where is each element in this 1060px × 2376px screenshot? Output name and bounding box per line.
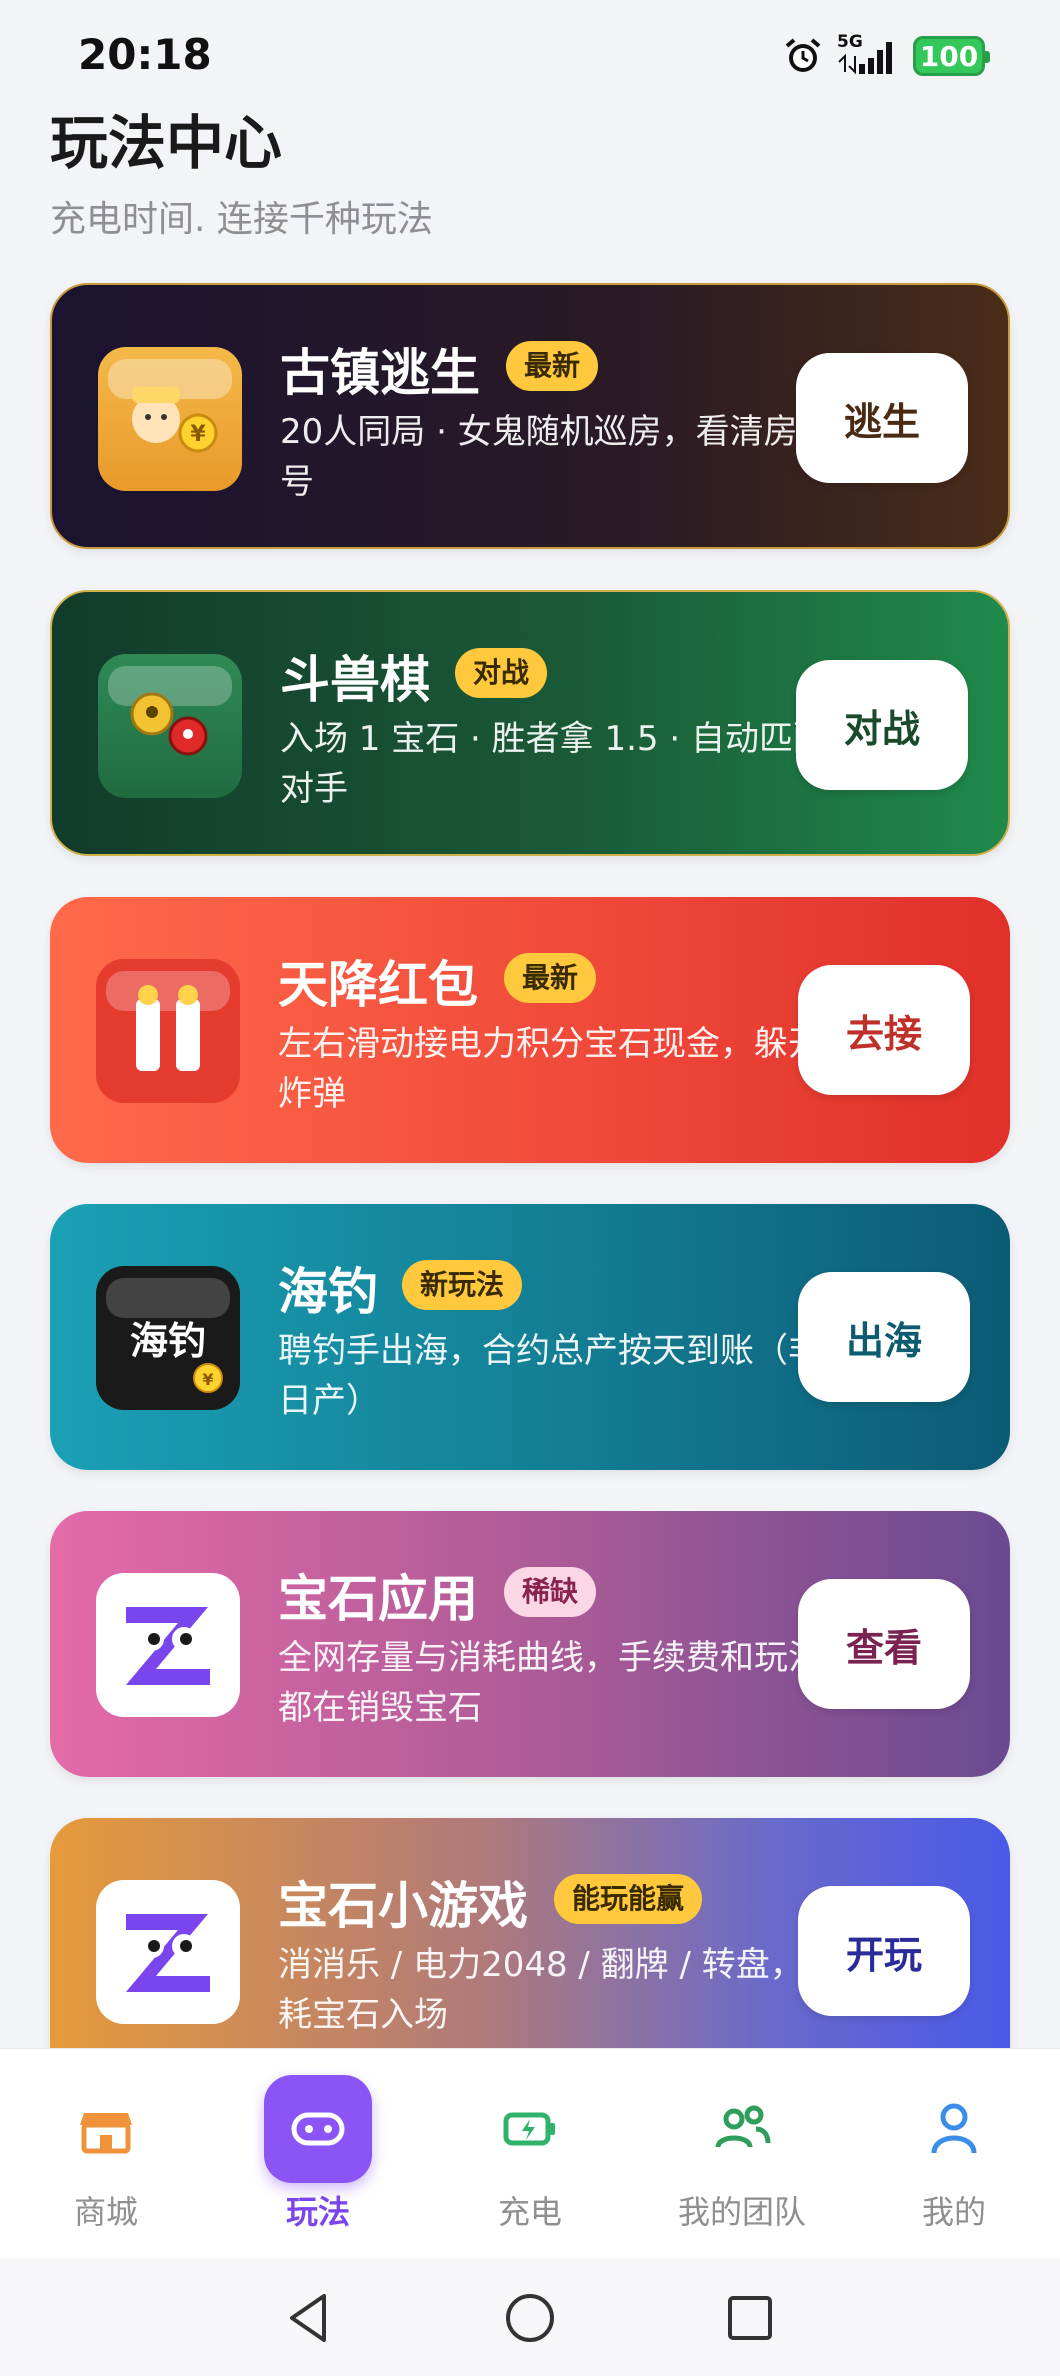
card-title: 天降红包 xyxy=(278,956,478,1014)
status-time: 20:18 xyxy=(78,30,212,79)
red-packet-icon xyxy=(96,959,240,1103)
fishing-icon: ¥ 海钓 xyxy=(96,1266,240,1410)
set-sail-button[interactable]: 出海 xyxy=(798,1272,970,1402)
tab-label: 我的 xyxy=(921,2193,986,2231)
card-description: 20人同局 · 女鬼随机巡房，看清房间号 xyxy=(280,412,832,502)
card-description: 全网存量与消耗曲线，手续费和玩法都在销毁宝石 xyxy=(278,1638,822,1728)
tab-charge[interactable]: 充电 xyxy=(424,2049,636,2259)
gem-game-icon xyxy=(96,1880,240,2024)
card-description: 消消乐 / 电力2048 / 翻牌 / 转盘，消耗宝石入场 xyxy=(278,1945,838,2035)
card-badge: 对战 xyxy=(455,648,548,698)
tab-label: 玩法 xyxy=(285,2193,350,2231)
battery-icon: 100 xyxy=(913,36,990,76)
card-ancient-town-escape[interactable]: ¥ 古镇逃生 最新 20人同局 · 女鬼随机巡房，看清房间号 逃生 xyxy=(50,283,1010,549)
status-icons: 5G 100 xyxy=(783,32,990,76)
store-icon xyxy=(80,2113,132,2154)
card-badge: 最新 xyxy=(506,341,599,391)
card-badge: 新玩法 xyxy=(402,1260,523,1310)
svg-text:¥: ¥ xyxy=(202,1370,213,1389)
tab-label: 商城 xyxy=(73,2193,138,2231)
card-title: 海钓 xyxy=(278,1263,378,1321)
card-title: 宝石小游戏 xyxy=(278,1877,528,1935)
svg-text:¥: ¥ xyxy=(190,422,206,447)
bottom-tab-bar: 商城 玩法 充电 我的团队 我的 xyxy=(0,2048,1060,2258)
tab-label: 我的团队 xyxy=(677,2193,806,2231)
alarm-icon xyxy=(785,38,821,72)
status-bar: 20:18 5G 100 xyxy=(0,0,1060,90)
animal-chess-icon xyxy=(98,654,242,798)
card-description: 入场 1 宝石 · 胜者拿 1.5 · 自动匹配对手 xyxy=(280,719,827,809)
recents-icon[interactable] xyxy=(720,2288,780,2348)
play-button[interactable]: 开玩 xyxy=(798,1886,970,2016)
card-sea-fishing[interactable]: ¥ 海钓 海钓 新玩法 聘钓手出海，合约总产按天到账（非日产） 出海 xyxy=(50,1204,1010,1470)
home-icon[interactable] xyxy=(500,2288,560,2348)
gem-app-icon xyxy=(96,1573,240,1717)
card-gem-app[interactable]: 宝石应用 稀缺 全网存量与消耗曲线，手续费和玩法都在销毁宝石 查看 xyxy=(50,1511,1010,1777)
card-description: 左右滑动接电力积分宝石现金，躲开炸弹 xyxy=(278,1024,822,1114)
card-title: 斗兽棋 xyxy=(280,651,430,709)
page-subtitle: 充电时间. 连接千种玩法 xyxy=(50,199,433,240)
signal-icon: 5G xyxy=(837,32,899,76)
view-button[interactable]: 查看 xyxy=(798,1579,970,1709)
battle-button[interactable]: 对战 xyxy=(796,660,968,790)
back-icon[interactable] xyxy=(280,2288,340,2348)
tab-label: 充电 xyxy=(497,2193,562,2231)
catch-button[interactable]: 去接 xyxy=(798,965,970,1095)
tab-me[interactable]: 我的 xyxy=(848,2049,1060,2259)
ghost-town-icon: ¥ xyxy=(98,347,242,491)
card-description: 聘钓手出海，合约总产按天到账（非日产） xyxy=(278,1331,822,1421)
charge-icon xyxy=(503,2112,555,2146)
game-card-list: ¥ 古镇逃生 最新 20人同局 · 女鬼随机巡房，看清房间号 逃生 斗兽棋 对战… xyxy=(50,283,1010,2125)
tab-play[interactable]: 玩法 xyxy=(212,2049,424,2259)
card-title: 古镇逃生 xyxy=(280,344,480,402)
user-icon xyxy=(931,2103,977,2154)
card-badge: 稀缺 xyxy=(504,1567,597,1617)
system-navigation-bar xyxy=(0,2258,1060,2376)
tab-my-team[interactable]: 我的团队 xyxy=(636,2049,848,2259)
escape-button[interactable]: 逃生 xyxy=(796,353,968,483)
tab-store[interactable]: 商城 xyxy=(0,2049,212,2259)
card-badge: 最新 xyxy=(504,953,597,1003)
gamepad-icon xyxy=(291,2112,345,2146)
card-title: 宝石应用 xyxy=(278,1570,478,1628)
page-title: 玩法中心 xyxy=(50,109,283,177)
card-gem-mini-games[interactable]: 宝石小游戏 能玩能赢 消消乐 / 电力2048 / 翻牌 / 转盘，消耗宝石入场… xyxy=(50,1818,1010,2084)
fishing-icon-label: 海钓 xyxy=(129,1319,206,1363)
card-badge: 能玩能赢 xyxy=(554,1874,703,1924)
card-animal-chess[interactable]: 斗兽棋 对战 入场 1 宝石 · 胜者拿 1.5 · 自动匹配对手 对战 xyxy=(50,590,1010,856)
card-red-packet-rain[interactable]: 天降红包 最新 左右滑动接电力积分宝石现金，躲开炸弹 去接 xyxy=(50,897,1010,1163)
team-icon xyxy=(715,2105,771,2148)
